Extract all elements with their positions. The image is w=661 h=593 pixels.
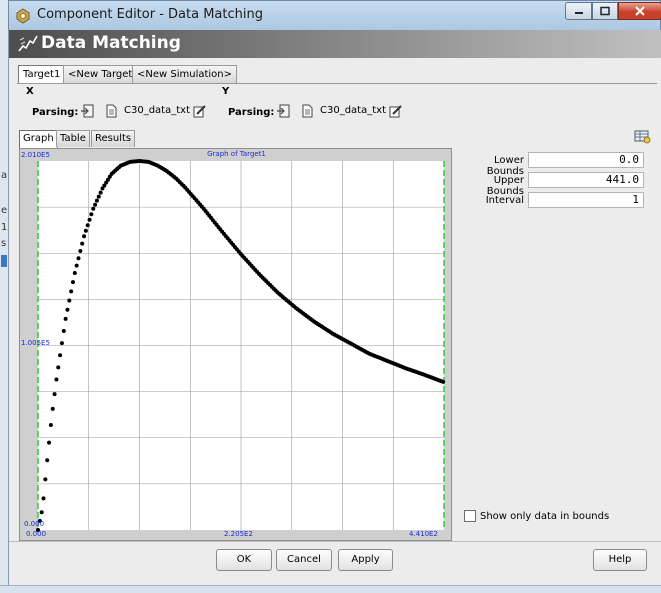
data-point — [78, 248, 83, 253]
data-point — [80, 241, 85, 246]
x-parsing-group: X Parsing: C30_data_txt — [17, 86, 212, 126]
y-label: Y — [222, 86, 230, 97]
tab-new-simulation[interactable]: <New Simulation> — [132, 65, 238, 83]
y-data-file-name: C30_data_txt — [320, 105, 386, 116]
data-matching-icon — [18, 35, 38, 52]
data-point — [47, 440, 52, 445]
lower-bounds-label: Lower Bounds — [486, 155, 524, 177]
data-point — [67, 298, 72, 303]
y-parsing-group: Y Parsing: C30_data_txt — [213, 86, 413, 126]
pick-source-icon[interactable] — [80, 104, 94, 118]
data-point — [61, 328, 66, 333]
show-only-in-bounds-label: Show only data in bounds — [480, 510, 610, 522]
data-point — [93, 202, 98, 207]
minimize-button[interactable] — [565, 2, 592, 20]
x-data-file-name: C30_data_txt — [124, 105, 190, 116]
data-point — [56, 365, 61, 370]
x-label: X — [26, 86, 34, 97]
upper-bounds-label: Upper Bounds — [486, 175, 524, 197]
data-point — [69, 289, 74, 294]
y-tick-label: 2.010E5 — [21, 151, 50, 159]
tab-table[interactable]: Table — [56, 130, 90, 147]
apply-button[interactable]: Apply — [338, 549, 393, 571]
data-point — [65, 307, 70, 312]
data-point — [41, 496, 46, 501]
y-tick-label: 0.000 — [24, 520, 45, 528]
data-point — [74, 263, 79, 268]
interval-label: Interval — [485, 195, 524, 206]
data-file-icon — [302, 104, 313, 118]
page-title: Data Matching — [41, 33, 181, 53]
tab-results[interactable]: Results — [91, 130, 136, 147]
tab-graph[interactable]: Graph — [19, 130, 58, 148]
data-point — [91, 206, 96, 211]
x-tick-label: 2.205E2 — [224, 530, 253, 538]
minimize-icon — [574, 12, 583, 14]
tab-target1[interactable]: Target1 — [18, 65, 66, 84]
ok-button[interactable]: OK — [216, 549, 272, 571]
data-point — [58, 353, 63, 358]
data-point — [43, 477, 48, 482]
close-icon — [635, 6, 645, 16]
help-button[interactable]: Help — [593, 549, 647, 571]
data-point — [76, 256, 81, 261]
data-point — [39, 510, 44, 515]
show-only-in-bounds-row[interactable]: Show only data in bounds — [464, 510, 609, 522]
bg-fragment: s — [1, 238, 7, 249]
data-file-icon — [106, 104, 117, 118]
lower-bounds-field[interactable]: 0.0 — [528, 152, 644, 168]
editor-client-area: Data Matching Target1 <New Target> <New … — [8, 30, 661, 593]
data-point — [82, 234, 87, 239]
data-point — [98, 190, 103, 195]
data-point — [45, 458, 50, 463]
x-tick-label: 4.410E2 — [409, 530, 438, 538]
data-point — [63, 316, 68, 321]
data-point — [85, 223, 90, 228]
x-tick-label: 0.000 — [26, 530, 47, 538]
bg-fragment: a — [1, 170, 8, 181]
data-point — [89, 212, 94, 217]
data-point — [50, 406, 55, 411]
y-tick-label: 1.005E5 — [21, 339, 50, 347]
header-band: Data Matching — [9, 30, 661, 58]
data-point — [54, 377, 59, 382]
upper-bounds-field[interactable]: 441.0 — [528, 172, 644, 188]
maximize-icon — [600, 6, 610, 16]
data-point — [94, 198, 99, 203]
footer-divider — [9, 541, 661, 542]
window-bottom-edge — [0, 585, 661, 593]
title-bar: Component Editor - Data Matching — [8, 0, 661, 30]
interval-field[interactable]: 1 — [528, 192, 644, 208]
data-point — [441, 379, 446, 384]
chart-svg — [36, 159, 446, 532]
data-point — [70, 280, 75, 285]
component-editor-icon — [16, 8, 30, 24]
graph-panel: Graph of Target1 2.010E5 1.005E5 0.000 0… — [19, 148, 452, 541]
data-point — [96, 194, 101, 199]
edit-icon[interactable] — [389, 104, 403, 118]
cancel-button[interactable]: Cancel — [276, 549, 332, 571]
bg-fragment: e — [1, 205, 8, 216]
data-point — [83, 228, 88, 233]
data-point — [48, 422, 53, 427]
x-parsing-label: Parsing: — [32, 107, 79, 118]
close-button[interactable] — [618, 2, 661, 20]
y-parsing-label: Parsing: — [228, 107, 275, 118]
data-point — [52, 392, 57, 397]
edit-icon[interactable] — [193, 104, 207, 118]
data-point — [59, 341, 64, 346]
tab-divider — [17, 83, 657, 84]
pick-source-icon[interactable] — [276, 104, 290, 118]
maximize-button[interactable] — [592, 2, 618, 20]
data-point — [87, 217, 92, 222]
data-point — [72, 270, 77, 275]
bg-selection — [1, 255, 7, 267]
bg-fragment: 1 — [1, 222, 8, 233]
show-only-in-bounds-checkbox[interactable] — [464, 510, 476, 522]
table-settings-icon[interactable] — [634, 130, 651, 144]
window-title: Component Editor - Data Matching — [37, 7, 263, 22]
